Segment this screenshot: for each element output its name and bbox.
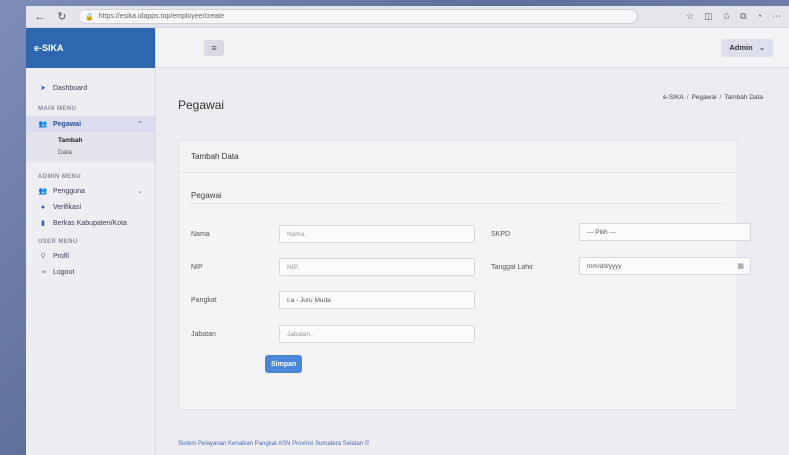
nama-input[interactable]: Nama..: [279, 225, 475, 243]
address-bar[interactable]: 🔒 https://esika.idapps.top/employee/crea…: [78, 9, 638, 24]
jabatan-placeholder: Jabatan..: [287, 330, 314, 338]
pangkat-selected-value: I.a - Juru Muda: [287, 296, 331, 304]
divider: [191, 203, 725, 204]
logout-icon: ⇥: [40, 269, 46, 276]
sidebar-item-dashboard[interactable]: ➤ Dashboard: [26, 80, 155, 96]
more-icon[interactable]: ⋯: [772, 11, 781, 22]
nip-input[interactable]: NIP..: [279, 258, 475, 276]
users-icon: 👥: [38, 121, 48, 128]
profile-icon[interactable]: ◔: [757, 11, 762, 22]
sidebar-item-pengguna[interactable]: 👥 Pengguna ⌄: [26, 183, 155, 199]
sidebar-item-verifikasi[interactable]: ● Verifikasi: [26, 199, 155, 215]
skpd-label: SKPD: [491, 231, 511, 238]
jabatan-input[interactable]: Jabatan..: [279, 325, 475, 343]
pangkat-label: Pangkat: [191, 297, 217, 304]
chevron-down-icon: ⌄: [137, 188, 143, 195]
nip-label: NIP: [191, 264, 203, 271]
nama-label: Nama: [191, 231, 210, 238]
tanggal-lahir-input[interactable]: mm/dd/yyyy ▦: [579, 257, 751, 275]
sidebar-item-berkas[interactable]: ▮ Berkas Kabupaten/Kota: [26, 215, 155, 231]
sidebar-item-label: Profil: [53, 252, 69, 260]
user-icon: ⚲: [40, 253, 46, 260]
nip-placeholder: NIP..: [287, 263, 301, 271]
form-section-title: Pegawai: [191, 191, 222, 200]
hamburger-icon: ≡: [211, 42, 217, 53]
submenu-item-tambah[interactable]: Tambah: [26, 134, 155, 146]
tanggal-lahir-placeholder: mm/dd/yyyy: [587, 262, 622, 270]
sidebar-item-label: Berkas Kabupaten/Kota: [53, 219, 127, 227]
admin-dropdown-button[interactable]: Admin ⌄: [721, 38, 773, 57]
sidebar-item-profil[interactable]: ⚲ Profil: [26, 248, 155, 264]
page-title: Pegawai: [178, 98, 225, 112]
sidebar-item-label: Pengguna: [53, 187, 85, 195]
sidebar-item-pegawai[interactable]: 👥 Pegawai ⌃: [26, 116, 155, 132]
tanggal-lahir-label: Tanggal Lahir: [491, 264, 534, 271]
footer-text: Sistem Pelayanan Kenaikan Pangkat ASN Pr…: [178, 441, 370, 447]
sidebar-item-label: Logout: [53, 268, 75, 276]
top-header: ≡ Admin ⌄: [156, 28, 789, 68]
sidebar-toggle-button[interactable]: ≡: [204, 39, 224, 56]
simpan-button[interactable]: Simpan: [265, 355, 303, 373]
collections-icon[interactable]: ⧉: [740, 11, 746, 22]
calendar-icon[interactable]: ▦: [737, 262, 744, 270]
submenu-item-data[interactable]: Data: [26, 146, 155, 158]
url-text: https://esika.idapps.top/employee/create: [98, 13, 225, 20]
jabatan-label: Jabatan: [191, 331, 216, 338]
sidebar-item-label: Verifikasi: [53, 203, 82, 211]
sidebar: e-SIKA ➤ Dashboard MAIN MENU 👥 Pegawai ⌃…: [26, 28, 156, 455]
skpd-select[interactable]: --- Pilih ---: [579, 223, 751, 241]
check-circle-icon: ●: [40, 203, 46, 211]
admin-label: Admin: [729, 43, 753, 52]
back-arrow-icon[interactable]: ←: [32, 9, 48, 25]
favorites-icon[interactable]: ✩: [723, 11, 731, 22]
breadcrumb-item-home[interactable]: e-SIKA: [663, 94, 684, 101]
breadcrumb-item-pegawai[interactable]: Pegawai: [692, 94, 717, 101]
users-icon: 👥: [38, 188, 48, 195]
sidebar-item-label: Pegawai: [53, 120, 82, 128]
sidebar-item-logout[interactable]: ⇥ Logout: [26, 264, 155, 280]
pegawai-submenu: Tambah Data: [26, 132, 155, 162]
brand-logo[interactable]: e-SIKA: [26, 28, 155, 68]
reload-icon[interactable]: ↻: [54, 9, 70, 25]
browser-actions: ☆ ◫ ✩ ⧉ ◔ ⋯: [686, 11, 781, 22]
chevron-up-icon: ⌃: [137, 121, 143, 128]
send-icon: ➤: [40, 85, 46, 92]
skpd-selected-value: --- Pilih ---: [587, 228, 616, 236]
lock-icon: 🔒: [85, 13, 94, 21]
form-card: Tambah Data Pegawai Nama Nama.. NIP NIP.…: [178, 140, 751, 410]
file-icon: ▮: [41, 220, 45, 227]
card-title: Tambah Data: [179, 141, 737, 173]
sidebar-item-label: Dashboard: [53, 84, 88, 92]
breadcrumb: e-SIKA / Pegawai / Tambah Data: [663, 94, 763, 101]
nama-placeholder: Nama..: [287, 230, 308, 238]
breadcrumb-item-current: Tambah Data: [724, 94, 763, 101]
bookmark-star-icon[interactable]: ☆: [686, 11, 694, 22]
split-view-icon[interactable]: ◫: [704, 11, 713, 22]
pangkat-select[interactable]: I.a - Juru Muda: [279, 291, 475, 309]
browser-toolbar: ← ↻ 🔒 https://esika.idapps.top/employee/…: [26, 6, 789, 28]
chevron-down-icon: ⌄: [758, 43, 765, 52]
